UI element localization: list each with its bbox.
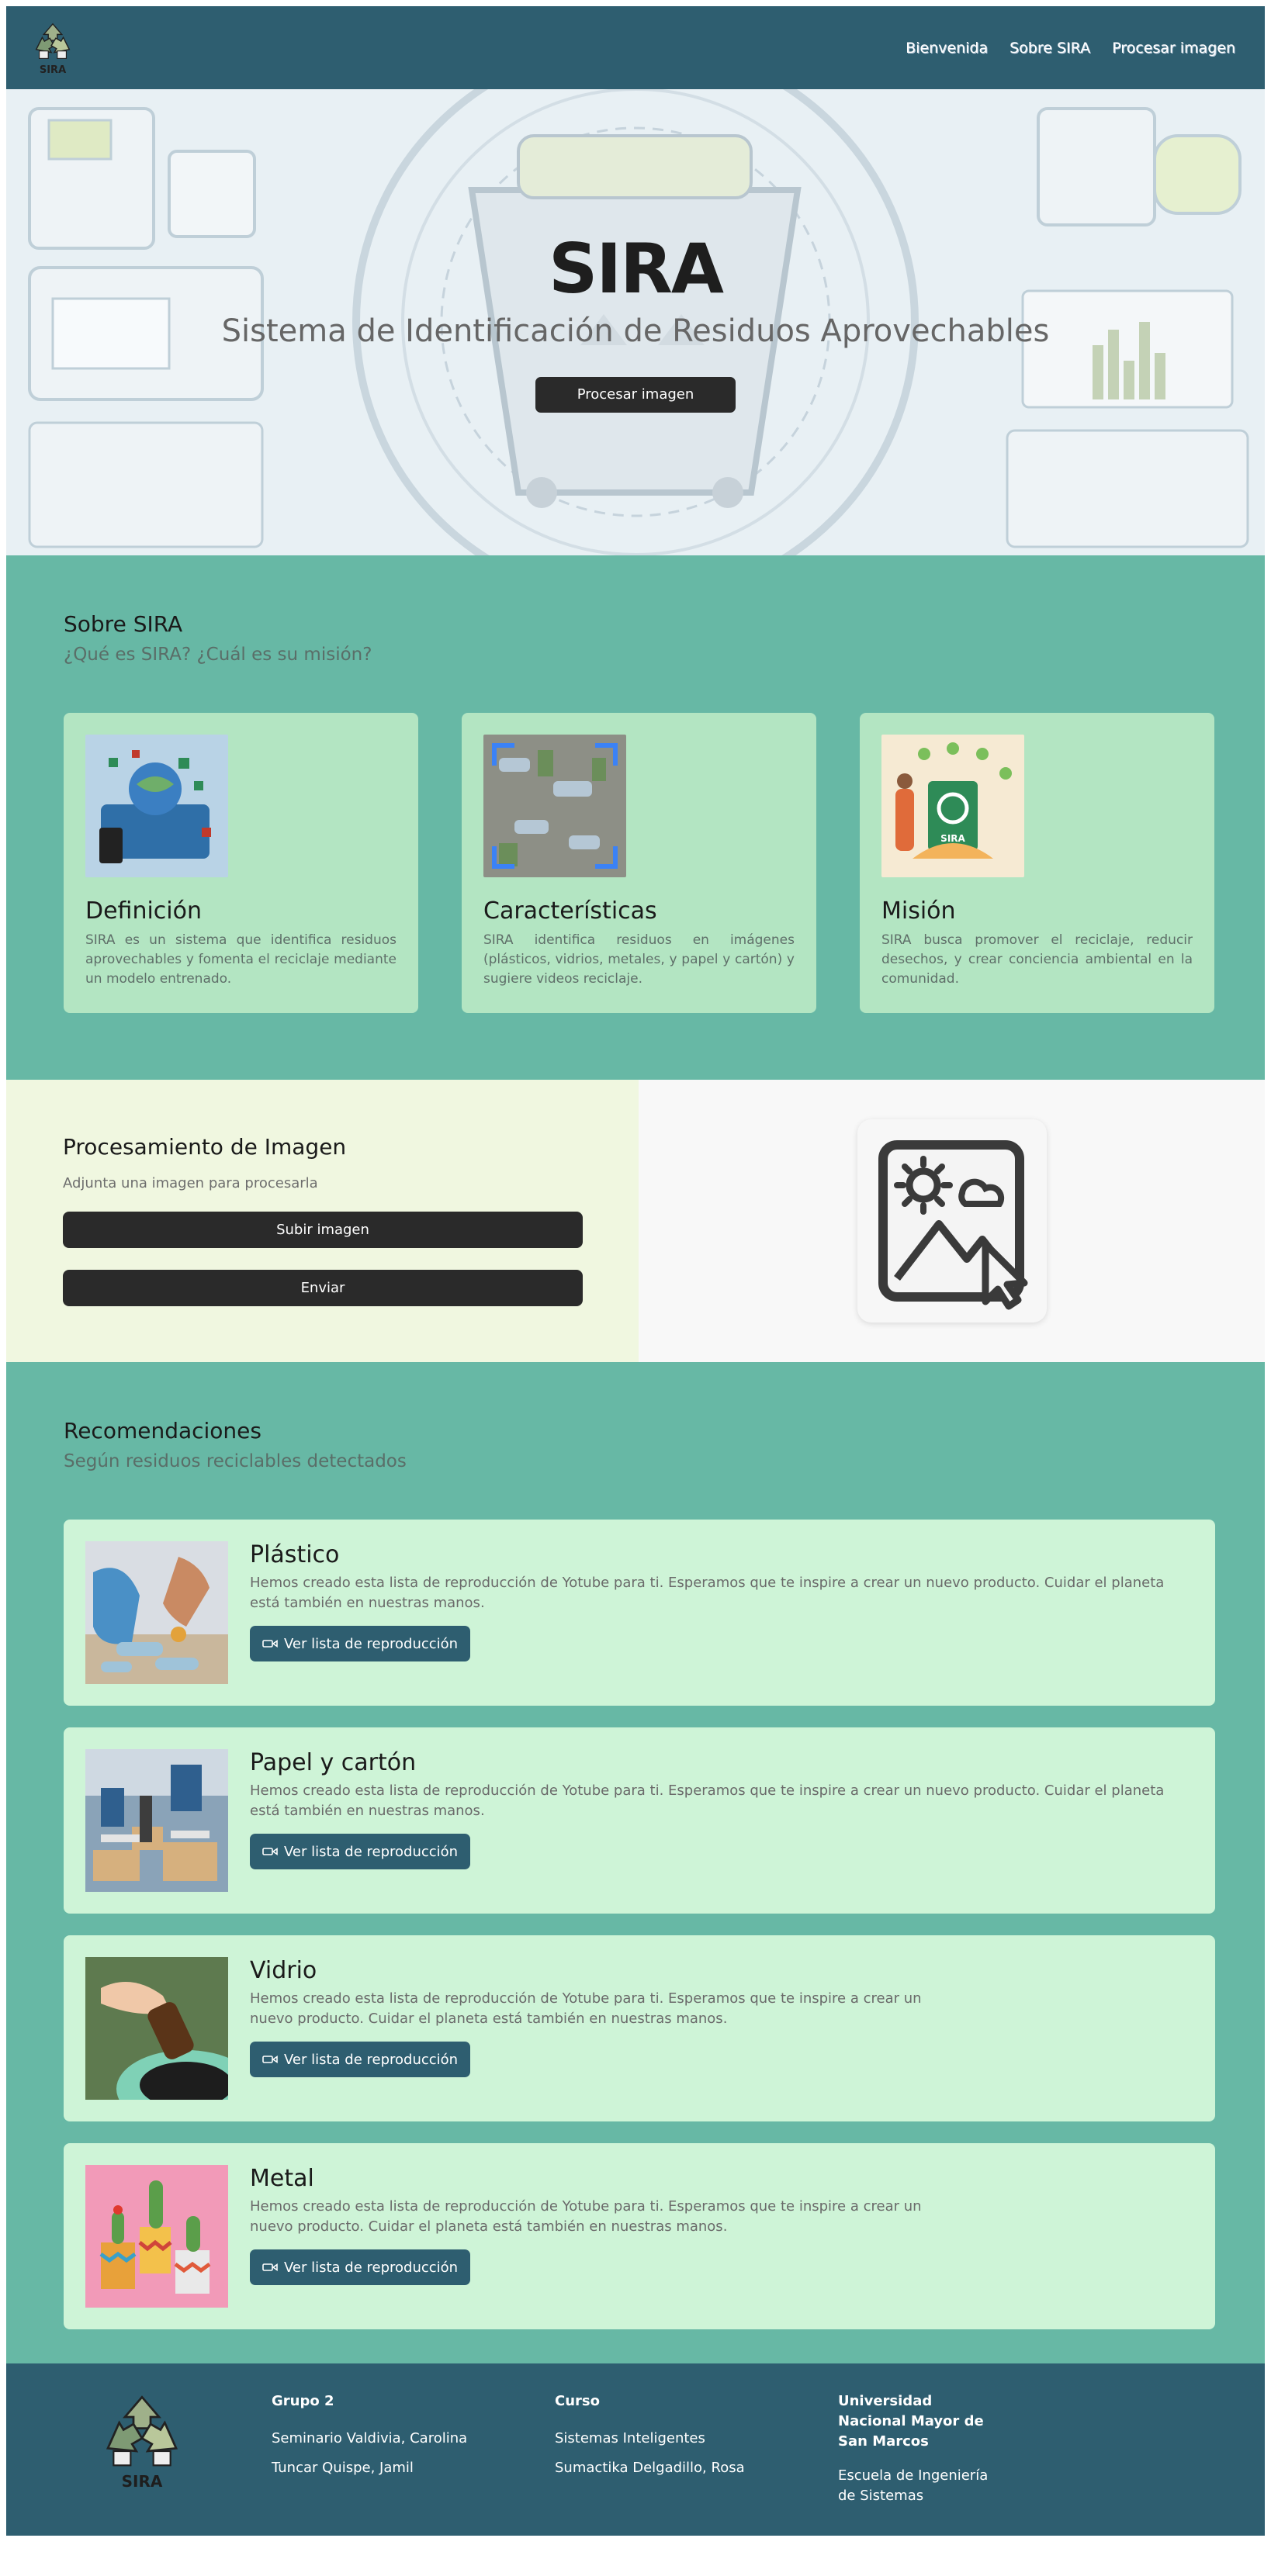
footer-university-column: Universidad Nacional Mayor de San Marcos…	[838, 2391, 1001, 2536]
view-playlist-label: Ver lista de reproducción	[284, 1635, 459, 1652]
definicion-image	[85, 735, 228, 877]
card-definicion: Definición SIRA es un sistema que identi…	[64, 713, 418, 1013]
video-camera-icon	[262, 1847, 278, 1856]
recommendation-metal: Metal Hemos creado esta lista de reprodu…	[64, 2143, 1215, 2329]
caracteristicas-image	[483, 735, 626, 877]
hero-content: SIRA Sistema de Identificación de Residu…	[6, 229, 1265, 413]
recommendation-text: Hemos creado esta lista de reproducción …	[250, 2198, 922, 2235]
nav-link-procesar-imagen[interactable]: Procesar imagen	[1112, 40, 1235, 57]
image-placeholder[interactable]	[857, 1119, 1047, 1323]
recommendation-list: Plástico Hemos creado esta lista de repr…	[64, 1520, 1215, 2329]
footer-group-heading: Grupo 2	[272, 2393, 334, 2409]
recommendation-papel-carton: Papel y cartón Hemos creado esta lista d…	[64, 1727, 1215, 1914]
footer-school: Escuela de Ingeniería de Sistemas	[838, 2467, 989, 2504]
recommendation-title: Papel y cartón	[250, 1749, 417, 1776]
submit-button[interactable]: Enviar	[63, 1270, 583, 1306]
footer-member: Tuncar Quispe, Jamil	[272, 2460, 414, 2476]
vidrio-image	[85, 1957, 228, 2100]
view-playlist-label: Ver lista de reproducción	[284, 2259, 459, 2276]
view-playlist-button[interactable]: Ver lista de reproducción	[250, 2249, 471, 2285]
recommendation-vidrio: Vidrio Hemos creado esta lista de reprod…	[64, 1935, 1215, 2121]
process-title: Procesamiento de Imagen	[63, 1134, 347, 1160]
mision-image: SIRA	[881, 735, 1024, 877]
footer-course-heading: Curso	[555, 2393, 600, 2409]
recommendations-subtitle: Según residuos reciclables detectados	[64, 1451, 407, 1471]
image-upload-icon	[878, 1140, 1027, 1310]
image-preview-area	[639, 1080, 1265, 1362]
nav-link-sobre-sira[interactable]: Sobre SIRA	[1010, 40, 1090, 57]
footer-university-heading: Universidad Nacional Mayor de San Marcos	[838, 2393, 984, 2450]
process-image-section: Procesamiento de Imagen Adjunta una imag…	[6, 1080, 1265, 1362]
recycle-logo-icon	[106, 2395, 178, 2467]
recycle-logo-icon	[30, 21, 75, 66]
process-form: Procesamiento de Imagen Adjunta una imag…	[6, 1080, 639, 1362]
card-text: SIRA busca promover el reciclaje, reduci…	[881, 932, 1193, 987]
recommendation-title: Metal	[250, 2165, 314, 2192]
recommendations-title: Recomendaciones	[64, 1418, 261, 1444]
logo-text: SIRA	[39, 64, 67, 76]
recommendation-text: Hemos creado esta lista de reproducción …	[250, 1990, 922, 2027]
sira-logo[interactable]: SIRA	[28, 19, 78, 76]
view-playlist-button[interactable]: Ver lista de reproducción	[250, 2042, 471, 2077]
recommendation-text: Hemos creado esta lista de reproducción …	[250, 1575, 1165, 1611]
metal-image	[85, 2165, 228, 2308]
nav-links: Bienvenida Sobre SIRA Procesar imagen	[906, 40, 1235, 57]
plastico-image	[85, 1541, 228, 1684]
about-section: Sobre SIRA ¿Qué es SIRA? ¿Cuál es su mis…	[6, 555, 1265, 1080]
top-navbar: SIRA Bienvenida Sobre SIRA Procesar imag…	[6, 6, 1265, 89]
video-camera-icon	[262, 2263, 278, 2272]
hero-section: SIRA Sistema de Identificación de Residu…	[6, 89, 1265, 555]
view-playlist-button[interactable]: Ver lista de reproducción	[250, 1626, 471, 1661]
mision-image-label: SIRA	[940, 833, 965, 844]
upload-image-button[interactable]: Subir imagen	[63, 1212, 583, 1248]
footer-course-teacher: Sumactika Delgadillo, Rosa	[555, 2460, 745, 2476]
card-text: SIRA identifica residuos en imágenes (pl…	[483, 932, 795, 987]
process-subtitle: Adjunta una imagen para procesarla	[63, 1175, 318, 1191]
view-playlist-button[interactable]: Ver lista de reproducción	[250, 1834, 471, 1869]
view-playlist-label: Ver lista de reproducción	[284, 2051, 459, 2068]
card-caracteristicas: Características SIRA identifica residuos…	[462, 713, 816, 1013]
footer-logo-text: SIRA	[121, 2472, 163, 2491]
footer-course-column: Curso Sistemas Inteligentes Sumactika De…	[555, 2391, 838, 2536]
card-text: SIRA es un sistema que identifica residu…	[85, 932, 397, 987]
hero-subtitle: Sistema de Identificación de Residuos Ap…	[221, 313, 1050, 349]
card-title: Características	[483, 897, 657, 925]
footer-course-name: Sistemas Inteligentes	[555, 2430, 705, 2446]
hero-title: SIRA	[549, 229, 724, 309]
card-title: Misión	[881, 897, 956, 925]
recommendation-title: Plástico	[250, 1541, 340, 1568]
video-camera-icon	[262, 1639, 278, 1648]
recommendation-text: Hemos creado esta lista de reproducción …	[250, 1782, 1165, 1819]
papel-carton-image	[85, 1749, 228, 1892]
card-title: Definición	[85, 897, 202, 925]
about-cards: Definición SIRA es un sistema que identi…	[64, 713, 1215, 1013]
card-mision: SIRA Misión SIRA busca promover el recic…	[860, 713, 1214, 1013]
nav-link-bienvenida[interactable]: Bienvenida	[906, 40, 988, 57]
footer: SIRA Grupo 2 Seminario Valdivia, Carolin…	[6, 2363, 1265, 2536]
recommendation-title: Vidrio	[250, 1957, 317, 1984]
view-playlist-label: Ver lista de reproducción	[284, 1843, 459, 1860]
footer-logo: SIRA	[92, 2391, 192, 2536]
recommendations-section: Recomendaciones Según residuos reciclabl…	[6, 1362, 1265, 2363]
about-title: Sobre SIRA	[64, 611, 183, 637]
recommendation-plastico: Plástico Hemos creado esta lista de repr…	[64, 1520, 1215, 1706]
hero-process-image-button[interactable]: Procesar imagen	[535, 377, 736, 413]
footer-member: Seminario Valdivia, Carolina	[272, 2430, 468, 2446]
footer-group-column: Grupo 2 Seminario Valdivia, Carolina Tun…	[272, 2391, 555, 2536]
video-camera-icon	[262, 2055, 278, 2064]
about-subtitle: ¿Qué es SIRA? ¿Cuál es su misión?	[64, 645, 372, 665]
